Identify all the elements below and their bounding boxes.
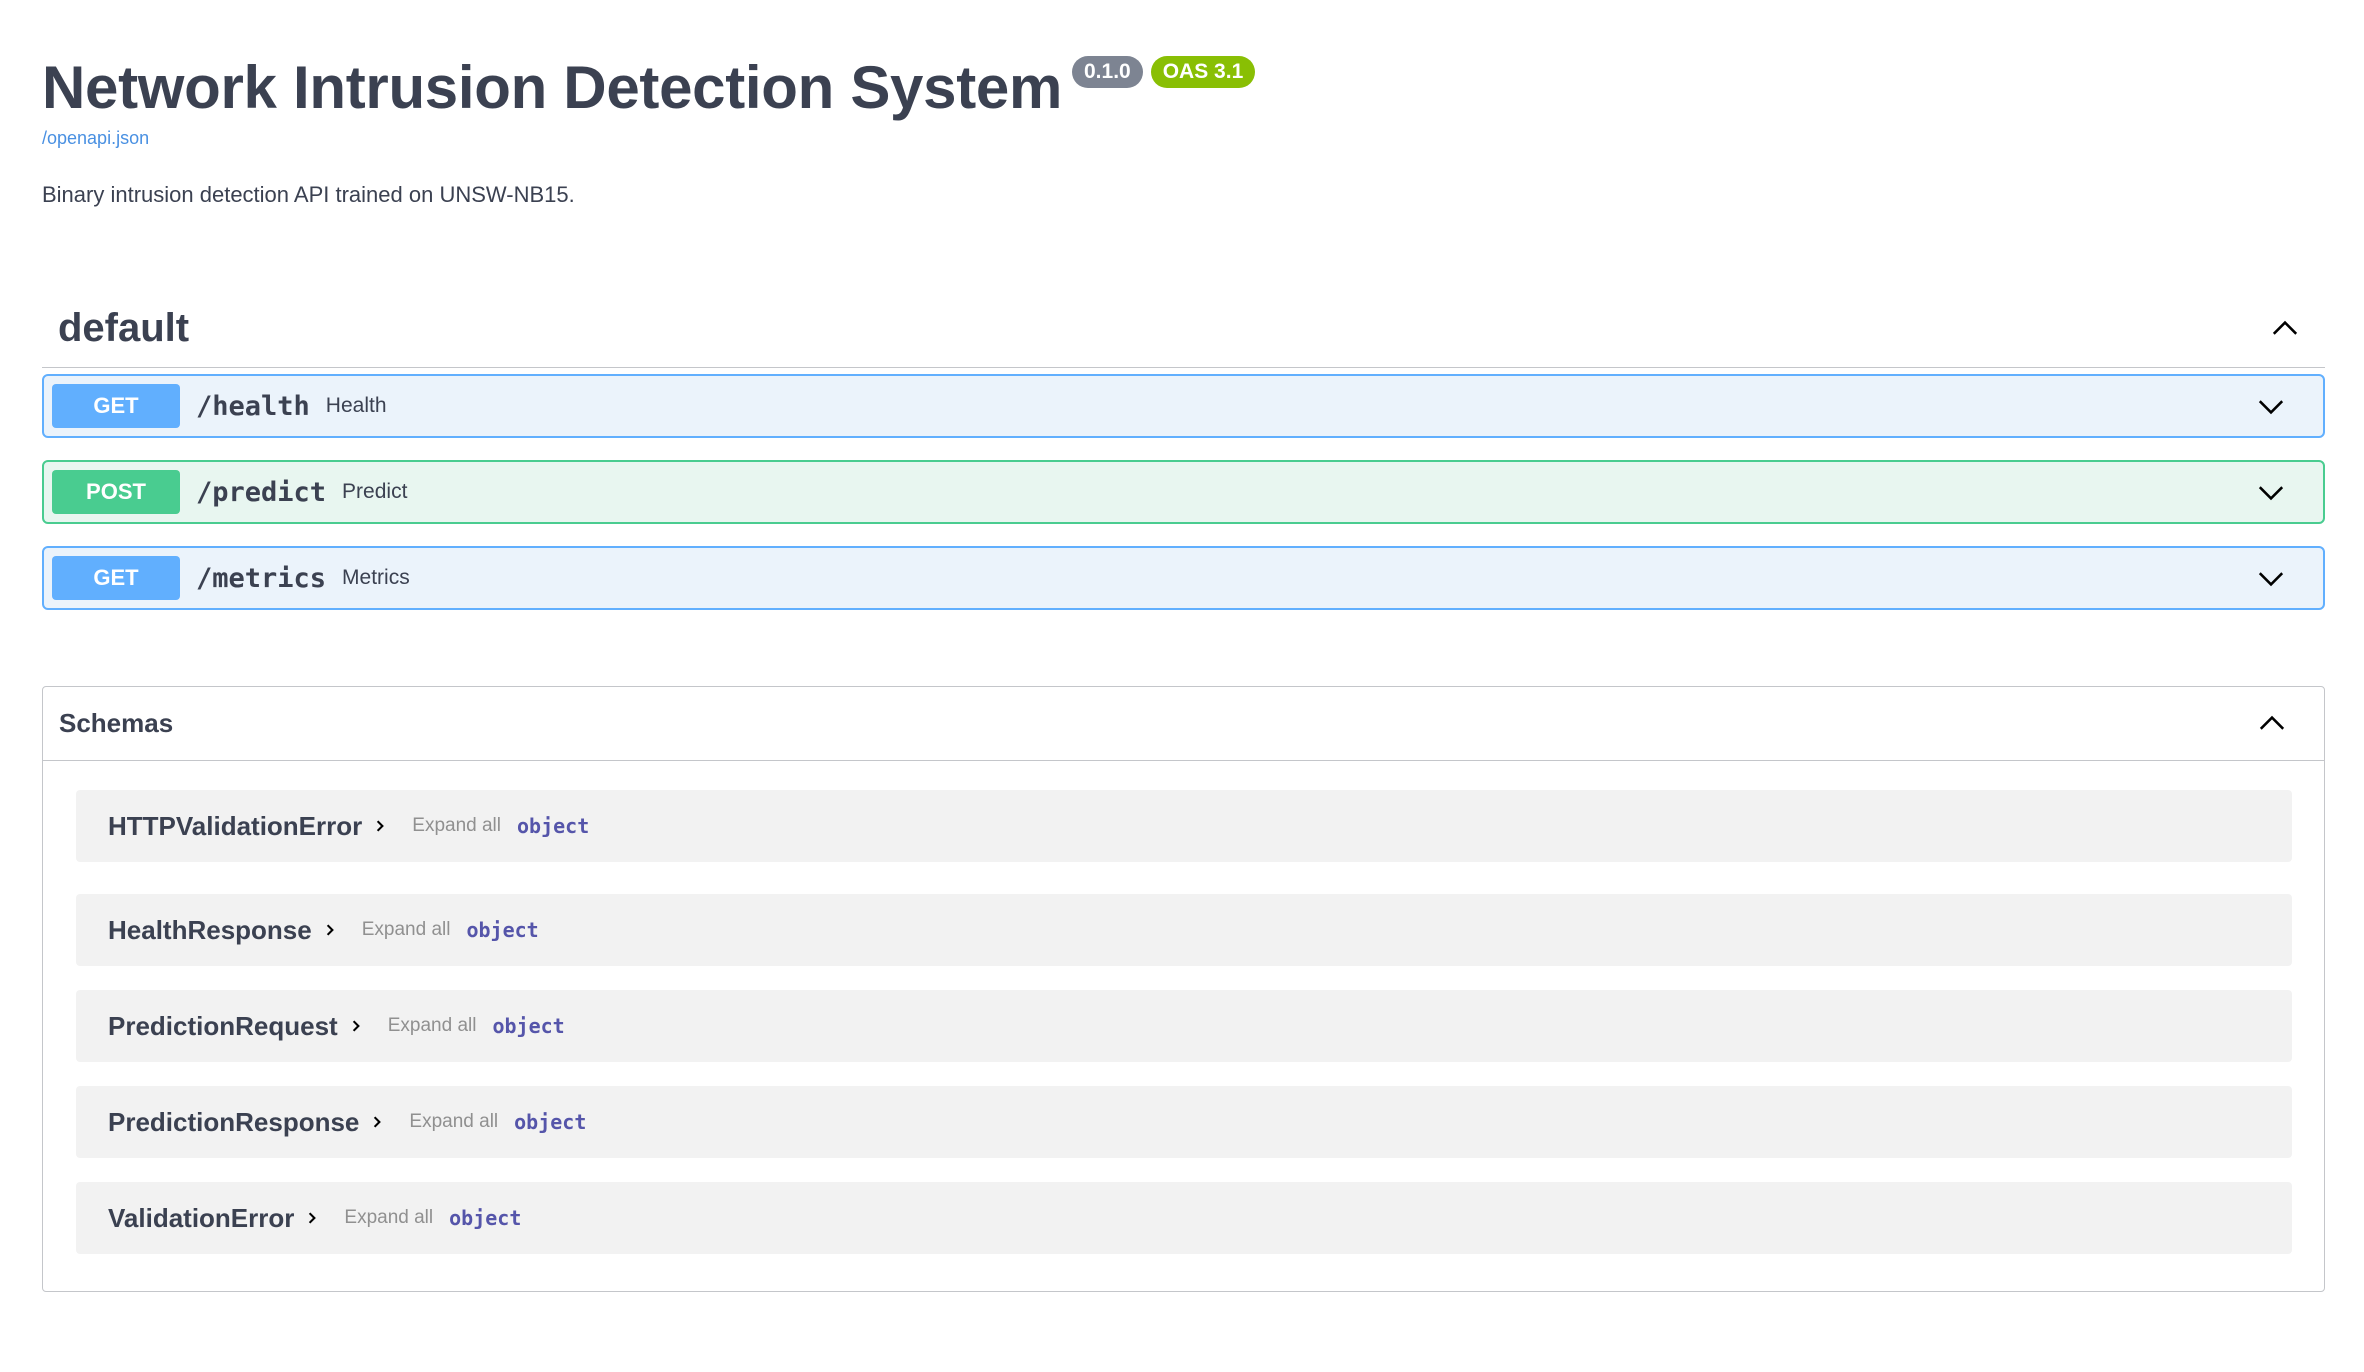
version-badge: 0.1.0 <box>1072 56 1143 88</box>
api-badges: 0.1.0 OAS 3.1 <box>1072 56 1256 88</box>
schema-model[interactable]: HealthResponse Expand all object <box>76 894 2292 966</box>
operation-summary: Metrics <box>342 566 410 589</box>
schema-name[interactable]: PredictionRequest <box>108 1011 338 1042</box>
chevron-up-icon[interactable] <box>2254 706 2290 742</box>
chevron-right-icon[interactable] <box>367 1112 387 1132</box>
operation-path: /predict <box>196 476 327 508</box>
chevron-right-icon[interactable] <box>346 1016 366 1036</box>
schema-model[interactable]: PredictionRequest Expand all object <box>76 990 2292 1062</box>
openapi-json-link[interactable]: /openapi.json <box>42 128 149 149</box>
schema-type: object <box>514 1110 587 1134</box>
schema-model[interactable]: PredictionResponse Expand all object <box>76 1086 2292 1158</box>
method-badge: POST <box>52 470 180 514</box>
api-description: Binary intrusion detection API trained o… <box>42 182 575 207</box>
api-title: Network Intrusion Detection System <box>42 54 1062 121</box>
schema-name[interactable]: HTTPValidationError <box>108 811 362 842</box>
method-badge: GET <box>52 384 180 428</box>
chevron-right-icon[interactable] <box>370 816 390 836</box>
expand-all-button[interactable]: Expand all <box>412 815 501 837</box>
schema-name[interactable]: ValidationError <box>108 1203 294 1234</box>
chevron-right-icon[interactable] <box>320 920 340 940</box>
chevron-down-icon[interactable] <box>2253 560 2289 596</box>
schema-name[interactable]: HealthResponse <box>108 915 312 946</box>
schema-model[interactable]: ValidationError Expand all object <box>76 1182 2292 1254</box>
schema-type: object <box>449 1206 522 1230</box>
schemas-header[interactable]: Schemas <box>43 687 2324 761</box>
operation-post-predict[interactable]: POST /predict Predict <box>42 460 2325 524</box>
schemas-title: Schemas <box>59 708 174 738</box>
schema-model[interactable]: HTTPValidationError Expand all object <box>76 790 2292 862</box>
expand-all-button[interactable]: Expand all <box>362 919 451 941</box>
schema-name[interactable]: PredictionResponse <box>108 1107 359 1138</box>
operation-path: /health <box>196 390 310 422</box>
schema-type: object <box>466 918 539 942</box>
method-badge: GET <box>52 556 180 600</box>
operation-summary: Predict <box>342 480 408 503</box>
schema-type: object <box>492 1014 565 1038</box>
tag-default-header[interactable]: default <box>42 290 2325 368</box>
swagger-ui: Network Intrusion Detection System 0.1.0… <box>0 0 2364 1372</box>
schema-type: object <box>517 814 590 838</box>
operation-summary: Health <box>325 394 387 417</box>
chevron-right-icon[interactable] <box>302 1208 322 1228</box>
expand-all-button[interactable]: Expand all <box>409 1111 498 1133</box>
schemas-section: Schemas HTTPValidationError Expand all o… <box>42 686 2325 1292</box>
operation-get-health[interactable]: GET /health Health <box>42 374 2325 438</box>
oas-badge: OAS 3.1 <box>1150 56 1256 88</box>
expand-all-button[interactable]: Expand all <box>388 1015 477 1037</box>
operation-path: /metrics <box>196 562 327 594</box>
chevron-up-icon[interactable] <box>2267 311 2303 347</box>
tag-title: default <box>58 306 190 350</box>
api-info-header: Network Intrusion Detection System 0.1.0… <box>42 48 1256 128</box>
chevron-down-icon[interactable] <box>2253 474 2289 510</box>
operation-get-metrics[interactable]: GET /metrics Metrics <box>42 546 2325 610</box>
expand-all-button[interactable]: Expand all <box>344 1207 433 1229</box>
chevron-down-icon[interactable] <box>2253 388 2289 424</box>
